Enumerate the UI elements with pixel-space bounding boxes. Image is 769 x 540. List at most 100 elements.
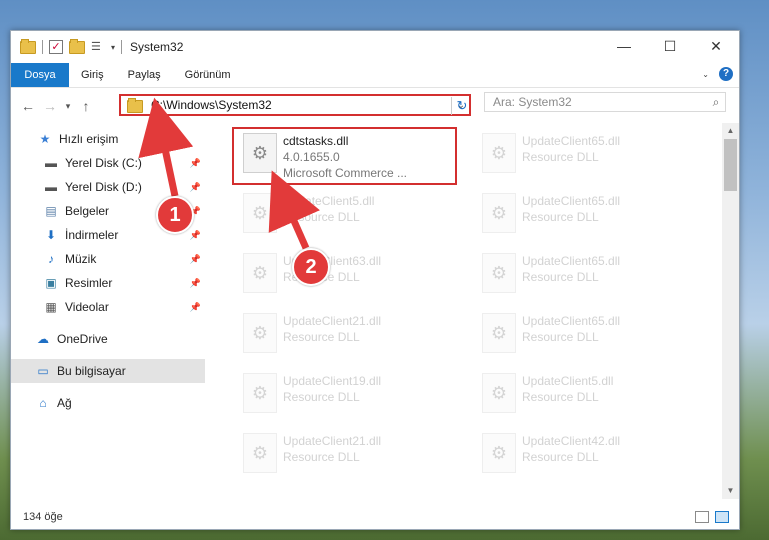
file-description: Resource DLL (522, 330, 599, 344)
file-item[interactable]: ⚙ UpdateClient5.dll Resource DLL (472, 367, 700, 417)
dll-gear-icon: ⚙ (482, 433, 516, 473)
file-item[interactable]: ⚙ UpdateClient19.dll Resource DLL (233, 367, 461, 417)
forward-arrow-icon[interactable]: → (39, 98, 61, 114)
file-description: Resource DLL (522, 450, 599, 464)
file-item[interactable]: ⚙ UpdateClient65.dll Resource DLL (472, 127, 700, 177)
file-item[interactable]: ⚙ UpdateClient65.dll Resource DLL (472, 187, 700, 237)
dll-gear-icon: ⚙ (243, 313, 277, 353)
sidebar-item-label: Hızlı erişim (59, 132, 119, 146)
maximize-button[interactable]: ☐ (647, 31, 693, 61)
minimize-button[interactable]: — (601, 31, 647, 61)
scroll-thumb[interactable] (724, 139, 737, 191)
sidebar-item-network[interactable]: ⌂ Ağ (11, 391, 205, 415)
sidebar-item-this-pc[interactable]: ▭ Bu bilgisayar (11, 359, 205, 383)
dll-gear-icon: ⚙ (482, 313, 516, 353)
videos-icon: ▦ (45, 300, 57, 314)
dll-gear-icon: ⚙ (243, 193, 277, 233)
file-highlight-box (232, 127, 457, 185)
file-item[interactable]: ⚙ UpdateClient21.dll Resource DLL (233, 307, 461, 357)
file-name: UpdateClient65.dll (522, 134, 621, 148)
search-box[interactable]: Ara: System32 ⌕ (484, 92, 726, 112)
ribbon-tabs: Dosya Giriş Paylaş Görünüm ⌄ ? (11, 63, 739, 88)
sidebar-item-pictures[interactable]: ▣ Resimler 📌 (11, 271, 205, 295)
star-icon: ★ (39, 132, 51, 146)
up-arrow-icon[interactable]: ↑ (75, 98, 97, 114)
pin-icon[interactable]: 📌 (190, 278, 201, 289)
file-name: UpdateClient21.dll (283, 434, 382, 448)
status-bar: 134 öğe (11, 505, 739, 529)
file-name: UpdateClient21.dll (283, 314, 382, 328)
search-icon[interactable]: ⌕ (707, 95, 725, 110)
sidebar-item-label: Resimler (65, 276, 113, 290)
file-name: UpdateClient19.dll (283, 374, 382, 388)
close-button[interactable]: ✕ (693, 31, 739, 61)
address-folder-icon (127, 98, 143, 113)
pin-icon[interactable]: 📌 (190, 254, 201, 265)
quick-access-toolbar: ✓ ☰ ▾ (11, 38, 123, 54)
sidebar-item-music[interactable]: ♪ Müzik 📌 (11, 247, 205, 271)
dll-gear-icon: ⚙ (243, 373, 277, 413)
view-switcher (695, 511, 729, 523)
navigation-pane: ★ Hızlı erişim ▬ Yerel Disk (C:) 📌 ▬ Yer… (11, 123, 205, 499)
refresh-icon[interactable]: ↻ (451, 97, 472, 115)
sidebar-item-label: Belgeler (65, 204, 110, 218)
customize-toolbar-chevron-icon[interactable]: ▾ (111, 43, 115, 52)
file-description: Resource DLL (283, 390, 360, 404)
recent-locations-chevron-icon[interactable]: ▾ (61, 101, 75, 112)
toolbar-divider (121, 40, 123, 54)
list-view-icon[interactable]: ☰ (91, 41, 105, 53)
file-item[interactable]: ⚙ UpdateClient42.dll Resource DLL (472, 427, 700, 477)
scroll-up-icon[interactable]: ▲ (722, 123, 739, 139)
sidebar-item-label: Bu bilgisayar (57, 364, 126, 378)
file-name: UpdateClient65.dll (522, 194, 621, 208)
pin-icon[interactable]: 📌 (190, 158, 201, 169)
large-icons-view-icon[interactable] (715, 511, 729, 523)
scroll-down-icon[interactable]: ▼ (722, 483, 739, 499)
details-view-icon[interactable] (695, 511, 709, 523)
window-title: System32 (130, 40, 184, 54)
address-bar[interactable]: C:\Windows\System32 ⌄ (119, 94, 471, 116)
vertical-scrollbar[interactable]: ▲ ▼ (722, 123, 739, 499)
tab-share[interactable]: Paylaş (116, 63, 173, 87)
sidebar-item-videos[interactable]: ▦ Videolar 📌 (11, 295, 205, 319)
sidebar-item-label: İndirmeler (65, 228, 119, 242)
file-item[interactable]: ⚙ UpdateClient21.dll Resource DLL (233, 427, 461, 477)
file-item[interactable]: ⚙ UpdateClient5.dll Resource DLL (233, 187, 461, 237)
file-item[interactable]: ⚙ UpdateClient63.dll Resource DLL (233, 247, 461, 297)
help-icon[interactable]: ? (719, 67, 733, 81)
sidebar-item-label: Ağ (57, 396, 72, 410)
search-input[interactable]: Ara: System32 (493, 95, 707, 109)
folder-icon (20, 38, 36, 54)
sidebar-item-label: Müzik (65, 252, 97, 266)
sidebar-item-onedrive[interactable]: ☁ OneDrive (11, 327, 205, 351)
drive-icon: ▬ (45, 180, 57, 194)
pin-icon[interactable]: 📌 (190, 182, 201, 193)
address-path[interactable]: C:\Windows\System32 (151, 98, 453, 112)
pictures-icon: ▣ (45, 276, 57, 290)
new-folder-icon[interactable] (69, 38, 85, 54)
documents-icon: ▤ (45, 204, 57, 218)
file-item[interactable]: ⚙ UpdateClient65.dll Resource DLL (472, 307, 700, 357)
file-name: UpdateClient65.dll (522, 254, 621, 268)
tab-home[interactable]: Giriş (69, 63, 116, 87)
tab-view[interactable]: Görünüm (173, 63, 243, 87)
download-icon: ⬇ (45, 228, 57, 242)
sidebar-item-local-disk-c[interactable]: ▬ Yerel Disk (C:) 📌 (11, 151, 205, 175)
properties-check-icon[interactable]: ✓ (49, 40, 63, 54)
explorer-window: ✓ ☰ ▾ System32 — ☐ ✕ Dosya Giriş Paylaş … (10, 30, 740, 530)
dll-gear-icon: ⚙ (482, 253, 516, 293)
expand-ribbon-chevron-icon[interactable]: ⌄ (702, 70, 709, 79)
dll-gear-icon: ⚙ (482, 373, 516, 413)
pin-icon[interactable]: 📌 (190, 302, 201, 313)
sidebar-item-quick-access[interactable]: ★ Hızlı erişim (11, 127, 205, 151)
pin-icon[interactable]: 📌 (190, 230, 201, 241)
drive-icon: ▬ (45, 156, 57, 170)
tab-file[interactable]: Dosya (11, 63, 69, 87)
sidebar-item-label: Yerel Disk (C:) (65, 156, 142, 170)
back-arrow-icon[interactable]: ← (17, 98, 39, 114)
computer-icon: ▭ (37, 364, 49, 378)
file-description: Resource DLL (283, 330, 360, 344)
network-icon: ⌂ (39, 396, 47, 410)
file-description: Resource DLL (283, 210, 360, 224)
file-item[interactable]: ⚙ UpdateClient65.dll Resource DLL (472, 247, 700, 297)
